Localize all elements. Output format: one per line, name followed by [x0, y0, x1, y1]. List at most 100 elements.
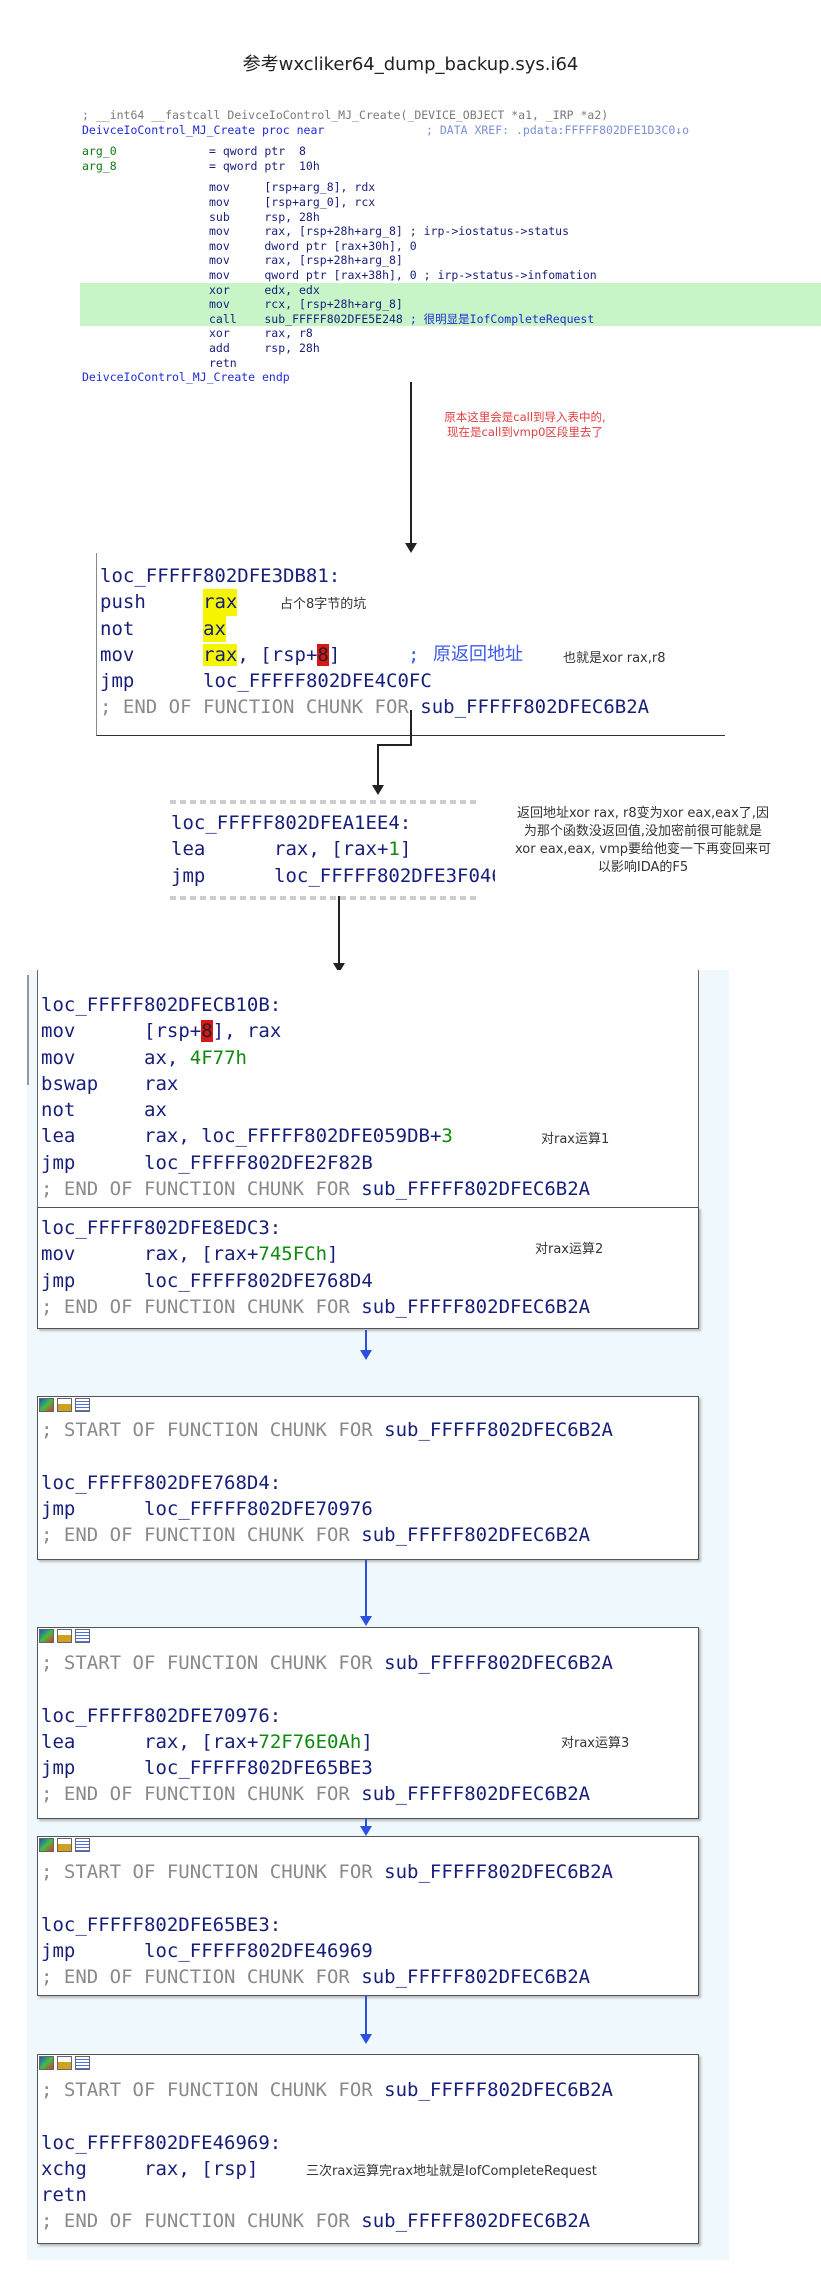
- instruction-row: mov ax, 4F77h: [41, 1045, 590, 1071]
- page-title: 参考wxcliker64_dump_backup.sys.i64: [242, 54, 579, 75]
- arg-name[interactable]: arg_0: [82, 144, 117, 158]
- call-instruction[interactable]: call sub_FFFFF802DFE5E248: [209, 312, 403, 326]
- flow-arrow-line: [365, 1330, 367, 1352]
- listing-icon[interactable]: [75, 2056, 90, 2070]
- start-chunk-sub[interactable]: sub_FFFFF802DFEC6B2A: [384, 1861, 613, 1883]
- end-chunk-sub[interactable]: sub_FFFFF802DFEC6B2A: [361, 1178, 590, 1200]
- block-label[interactable]: loc_FFFFF802DFE70976:: [41, 1703, 613, 1729]
- flow-arrow-line: [410, 382, 412, 544]
- opcode: jmp: [171, 864, 206, 887]
- end-chunk-sub[interactable]: sub_FFFFF802DFEC6B2A: [361, 1524, 590, 1546]
- listing-icon[interactable]: [75, 1629, 90, 1643]
- flow-arrow-line: [377, 744, 412, 746]
- call-comment: ; 很明显是IofCompleteRequest: [409, 311, 595, 326]
- block-toolbar: [39, 1838, 93, 1852]
- graph-overview-icon[interactable]: [39, 1398, 54, 1412]
- code-block-8: ; START OF FUNCTION CHUNK FOR sub_FFFFF8…: [37, 2054, 699, 2244]
- flow-arrow-line: [377, 744, 379, 786]
- operand-red-highlight[interactable]: 8: [201, 1020, 213, 1043]
- end-chunk-sub[interactable]: sub_FFFFF802DFEC6B2A: [361, 1296, 590, 1318]
- edit-icon[interactable]: [57, 2056, 72, 2070]
- operand-red-highlight[interactable]: 8: [317, 643, 329, 666]
- instruction-line-highlighted: xor edx, edx: [80, 282, 821, 298]
- jump-target[interactable]: loc_FFFFF802DFE70976: [144, 1496, 373, 1522]
- arrow-head-icon: [360, 1826, 372, 1836]
- end-chunk-row: ; END OF FUNCTION CHUNK FOR sub_FFFFF802…: [41, 1964, 613, 1990]
- code-block-2: loc_FFFFF802DFEA1EE4: lea rax, [rax+1] jm…: [165, 800, 495, 900]
- flow-arrow-line: [410, 710, 412, 746]
- opcode: jmp: [41, 1757, 76, 1780]
- instruction-row: not ax: [41, 1097, 590, 1123]
- edit-icon[interactable]: [57, 1398, 72, 1412]
- operand-highlighted[interactable]: rax: [203, 643, 238, 666]
- operand-highlighted[interactable]: rax: [203, 589, 238, 616]
- arg-def: = qword ptr 8: [209, 144, 306, 159]
- end-chunk-row: ; END OF FUNCTION CHUNK FOR sub_FFFFF802…: [41, 1294, 590, 1320]
- start-chunk-sub[interactable]: sub_FFFFF802DFEC6B2A: [384, 1652, 613, 1674]
- end-chunk-sub[interactable]: sub_FFFFF802DFEC6B2A: [420, 696, 649, 718]
- start-chunk-comment: ; START OF FUNCTION CHUNK FOR: [41, 1861, 385, 1883]
- opcode: lea: [41, 1125, 76, 1148]
- instruction-row: lea rax, [rax+1]: [171, 836, 411, 862]
- block-label[interactable]: loc_FFFFF802DFEA1EE4:: [171, 810, 411, 836]
- opcode: jmp: [100, 670, 135, 693]
- jump-target[interactable]: loc_FFFFF802DFE4C0FC: [203, 668, 432, 694]
- edit-icon[interactable]: [57, 1629, 72, 1643]
- operand-text[interactable]: rax, loc_FFFFF802DFE059DB+: [144, 1125, 441, 1147]
- block2-annotation: 返回地址xor rax, r8变为xor eax,eax了,因 为那个函数没返回…: [478, 805, 808, 877]
- instruction-line: mov [rsp+arg_8], rdx: [209, 180, 376, 195]
- end-chunk-comment: ; END OF FUNCTION CHUNK FOR: [41, 1783, 362, 1806]
- jump-target[interactable]: loc_FFFFF802DFE65BE3: [144, 1755, 373, 1781]
- end-chunk-sub[interactable]: sub_FFFFF802DFEC6B2A: [361, 2210, 590, 2232]
- instruction-row: jmp loc_FFFFF802DFE2F82B: [41, 1150, 590, 1176]
- jump-target[interactable]: loc_FFFFF802DFE2F82B: [144, 1150, 373, 1176]
- jump-target[interactable]: loc_FFFFF802DFE768D4: [144, 1268, 373, 1294]
- end-chunk-row: ; END OF FUNCTION CHUNK FOR sub_FFFFF802…: [41, 1522, 613, 1548]
- block-label[interactable]: loc_FFFFF802DFE46969:: [41, 2130, 613, 2156]
- xref-comment[interactable]: ; DATA XREF: .pdata:FFFFF802DFE1D3C0↓o: [426, 123, 689, 138]
- instruction-line: sub rsp, 28h: [209, 209, 320, 224]
- block-label[interactable]: loc_FFFFF802DFE8EDC3:: [41, 1215, 590, 1241]
- code-block-7: ; START OF FUNCTION CHUNK FOR sub_FFFFF8…: [37, 1836, 699, 1996]
- instruction-row: jmp loc_FFFFF802DFE65BE3: [41, 1755, 613, 1781]
- opcode: jmp: [41, 1497, 76, 1520]
- graph-overview-icon[interactable]: [39, 1838, 54, 1852]
- end-chunk-sub[interactable]: sub_FFFFF802DFEC6B2A: [361, 1966, 590, 1988]
- code-block-1: loc_FFFFF802DFE3DB81: push rax 占个8字节的坑 not…: [96, 553, 725, 736]
- block-label[interactable]: loc_FFFFF802DFECB10B:: [41, 992, 590, 1018]
- block-toolbar: [39, 2056, 93, 2070]
- start-chunk-sub[interactable]: sub_FFFFF802DFEC6B2A: [384, 1419, 613, 1441]
- instruction-line: add rsp, 28h: [209, 340, 320, 355]
- top-listing: ; __int64 __fastcall DeivceIoControl_MJ_…: [80, 108, 821, 385]
- block-label[interactable]: loc_FFFFF802DFE65BE3:: [41, 1912, 613, 1938]
- start-chunk-comment: ; START OF FUNCTION CHUNK FOR: [41, 1652, 385, 1674]
- start-chunk-row: ; START OF FUNCTION CHUNK FOR sub_FFFFF8…: [41, 1650, 613, 1676]
- graph-overview-icon[interactable]: [39, 2056, 54, 2070]
- end-chunk-sub[interactable]: sub_FFFFF802DFEC6B2A: [361, 1783, 590, 1805]
- operand-text: rax, [rax+: [144, 1730, 259, 1753]
- edit-icon[interactable]: [57, 1838, 72, 1852]
- end-chunk-row: ; END OF FUNCTION CHUNK FOR sub_FFFFF802…: [41, 1781, 613, 1807]
- start-chunk-row: ; START OF FUNCTION CHUNK FOR sub_FFFFF8…: [41, 1417, 613, 1443]
- block-label[interactable]: loc_FFFFF802DFE768D4:: [41, 1470, 613, 1496]
- jump-target[interactable]: loc_FFFFF802DFE3F046: [274, 863, 495, 889]
- start-chunk-sub[interactable]: sub_FFFFF802DFEC6B2A: [384, 2079, 613, 2101]
- flow-arrow-line: [365, 1560, 367, 1618]
- arg-name[interactable]: arg_8: [82, 159, 117, 173]
- opcode: not: [41, 1099, 76, 1122]
- instruction-line: retn: [209, 355, 237, 370]
- block-toolbar: [39, 1629, 93, 1643]
- end-chunk-row: ; END OF FUNCTION CHUNK FOR sub_FFFFF802…: [41, 1176, 590, 1202]
- instruction-row: lea rax, loc_FFFFF802DFE059DB+3 对rax运算1: [41, 1123, 609, 1149]
- opcode: bswap: [41, 1072, 99, 1095]
- start-chunk-row: ; START OF FUNCTION CHUNK FOR sub_FFFFF8…: [41, 1859, 613, 1885]
- opcode: mov: [100, 643, 135, 666]
- operand-highlighted[interactable]: ax: [203, 615, 226, 642]
- block-label[interactable]: loc_FFFFF802DFE3DB81:: [100, 563, 740, 589]
- instruction-row: retn: [41, 2182, 613, 2208]
- graph-overview-icon[interactable]: [39, 1629, 54, 1643]
- listing-icon[interactable]: [75, 1398, 90, 1412]
- listing-icon[interactable]: [75, 1838, 90, 1852]
- proc-name[interactable]: DeivceIoControl_MJ_Create proc near: [82, 123, 324, 137]
- jump-target[interactable]: loc_FFFFF802DFE46969: [144, 1938, 373, 1964]
